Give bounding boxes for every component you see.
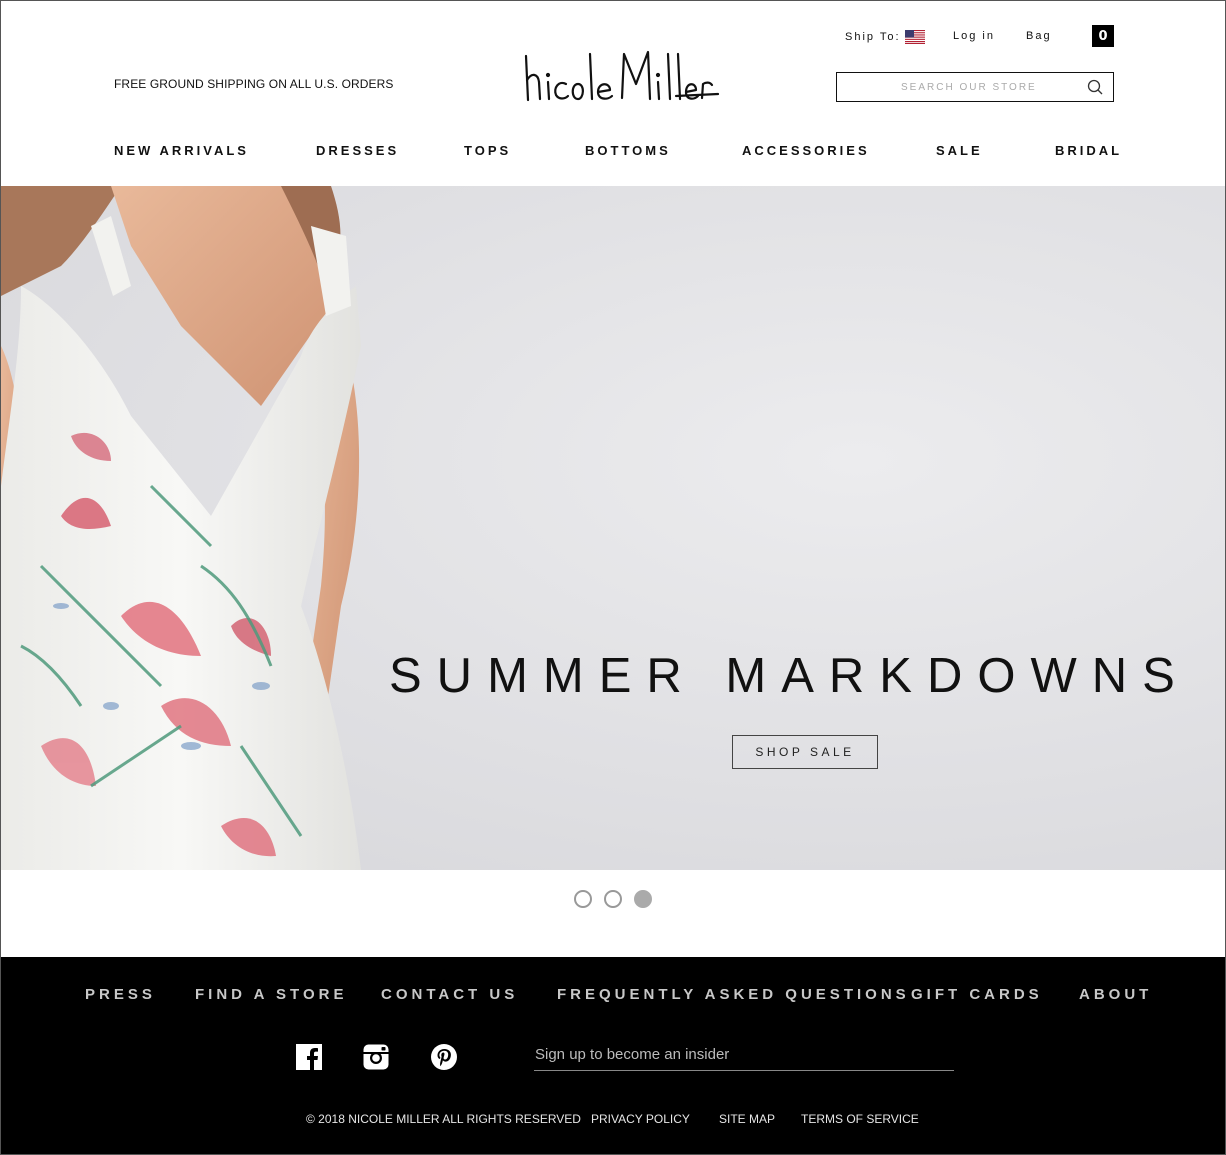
footer-link-faq[interactable]: FREQUENTLY ASKED QUESTIONS [557,986,910,1003]
privacy-policy-link[interactable]: PRIVACY POLICY [591,1112,690,1126]
footer-link-gift-cards[interactable]: GIFT CARDS [911,986,1043,1003]
nav-sale[interactable]: SALE [936,143,983,158]
hero-model-image [1,186,361,870]
us-flag-icon [904,30,925,44]
newsletter-signup [534,1040,954,1071]
terms-of-service-link[interactable]: TERMS OF SERVICE [801,1112,919,1126]
ship-to-selector[interactable]: Ship To: [845,30,925,44]
nav-bottoms[interactable]: BOTTOMS [585,143,671,158]
instagram-icon[interactable] [362,1043,390,1071]
hero-banner[interactable]: SUMMER MARKDOWNS SHOP SALE [1,186,1225,870]
site-map-link[interactable]: SITE MAP [719,1112,775,1126]
search-icon[interactable] [1087,79,1103,95]
site-header: FREE GROUND SHIPPING ON ALL U.S. ORDERS [0,0,1226,186]
nav-dresses[interactable]: DRESSES [316,143,399,158]
search-input[interactable] [837,74,1077,100]
nav-accessories[interactable]: ACCESSORIES [742,143,870,158]
carousel-dot-3[interactable] [634,890,652,908]
login-link[interactable]: Log in [953,30,995,42]
main-nav: NEW ARRIVALS DRESSES TOPS BOTTOMS ACCESS… [0,143,1226,163]
bag-link[interactable]: Bag [1026,30,1052,42]
copyright-text: © 2018 NICOLE MILLER ALL RIGHTS RESERVED [306,1112,581,1126]
carousel-dots [0,890,1226,910]
carousel-dot-1[interactable] [574,890,592,908]
promo-banner: FREE GROUND SHIPPING ON ALL U.S. ORDERS [114,77,394,91]
footer-link-press[interactable]: PRESS [85,986,156,1003]
search-box [836,72,1114,102]
facebook-icon[interactable] [295,1043,323,1071]
ship-to-label: Ship To: [845,31,901,43]
brand-logo[interactable] [518,44,723,108]
newsletter-email-input[interactable] [534,1040,954,1068]
bag-count-badge[interactable]: 0 [1092,25,1114,47]
footer-link-about[interactable]: ABOUT [1079,986,1152,1003]
nav-bridal[interactable]: BRIDAL [1055,143,1122,158]
nav-tops[interactable]: TOPS [464,143,511,158]
site-footer: PRESS FIND A STORE CONTACT US FREQUENTLY… [0,957,1226,1155]
shop-sale-button[interactable]: SHOP SALE [732,735,878,769]
footer-link-find-a-store[interactable]: FIND A STORE [195,986,347,1003]
nav-new-arrivals[interactable]: NEW ARRIVALS [114,143,249,158]
pinterest-icon[interactable] [430,1043,458,1071]
carousel-dot-2[interactable] [604,890,622,908]
hero-title: SUMMER MARKDOWNS [389,649,1190,703]
footer-link-contact-us[interactable]: CONTACT US [381,986,518,1003]
